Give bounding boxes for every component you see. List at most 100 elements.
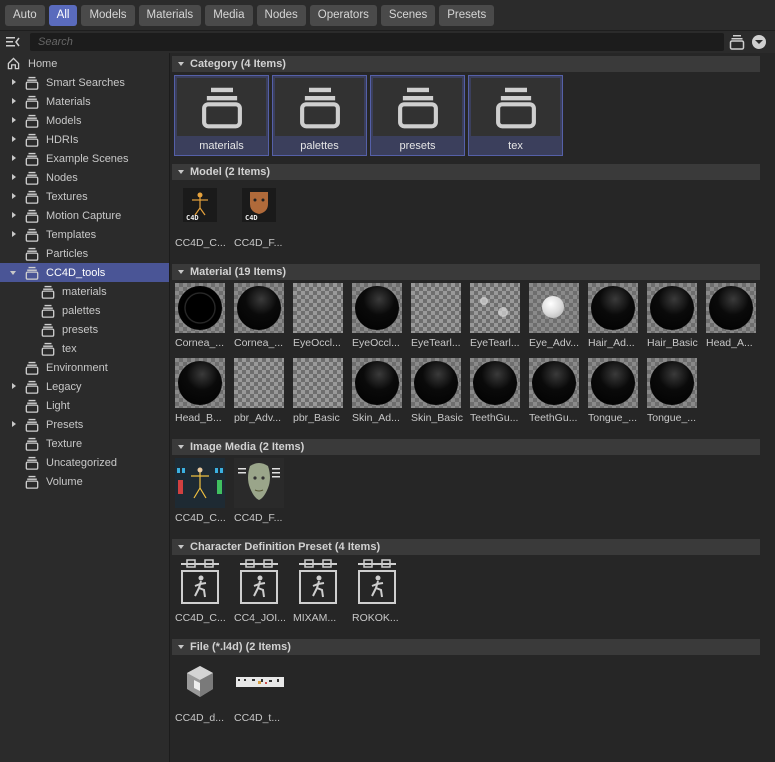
asset-tile[interactable]: CC4D_t... [232,658,289,728]
sidebar-item-legacy[interactable]: Legacy [0,377,169,396]
asset-tile[interactable]: EyeTearl... [409,283,466,353]
asset-tile[interactable]: CC4D_C... [173,558,230,628]
options-dropdown-icon[interactable] [752,35,766,49]
expand-arrow-icon[interactable] [12,117,16,123]
sidebar-item-home[interactable]: Home [0,54,169,73]
asset-tile[interactable]: TeethGu... [527,358,584,428]
asset-tile[interactable]: MIXAM... [291,558,348,628]
section-title: Material (19 Items) [190,266,286,278]
filter-materials[interactable]: Materials [138,4,202,26]
sidebar-item-light[interactable]: Light [0,396,169,415]
asset-tile[interactable]: TeethGu... [468,358,525,428]
category-tile-materials[interactable]: materials [174,75,269,156]
collapse-arrow-icon[interactable] [178,170,184,174]
section-header[interactable]: Material (19 Items) [172,264,760,280]
expand-arrow-icon[interactable] [12,193,16,199]
filter-all[interactable]: All [48,4,78,26]
asset-tile[interactable]: Tongue_... [586,358,643,428]
collapse-arrow-icon[interactable] [10,271,16,275]
sidebar-item-presets[interactable]: presets [0,320,169,339]
collapse-arrow-icon[interactable] [178,645,184,649]
asset-tile[interactable]: Skin_Basic [409,358,466,428]
asset-label: CC4_JOI... [234,612,286,624]
section-header[interactable]: Character Definition Preset (4 Items) [172,539,760,555]
sidebar-item-palettes[interactable]: palettes [0,301,169,320]
filter-media[interactable]: Media [205,4,253,26]
asset-label: Tongue_... [647,412,697,424]
sidebar-item-templates[interactable]: Templates [0,225,169,244]
material-preview-checker [293,283,343,333]
sidebar-item-hdris[interactable]: HDRIs [0,130,169,149]
expand-arrow-icon[interactable] [12,136,16,142]
sidebar-item-materials[interactable]: Materials [0,92,169,111]
expand-arrow-icon[interactable] [12,383,16,389]
asset-tile[interactable]: pbr_Basic [291,358,348,428]
sidebar-item-motion-capture[interactable]: Motion Capture [0,206,169,225]
sidebar-item-smart-searches[interactable]: Smart Searches [0,73,169,92]
asset-tile[interactable]: Cornea_... [173,283,230,353]
filter-presets[interactable]: Presets [439,4,495,26]
collapse-arrow-icon[interactable] [178,270,184,274]
collapse-arrow-icon[interactable] [178,62,184,66]
expand-arrow-icon[interactable] [12,231,16,237]
asset-tile[interactable]: EyeOccl... [350,283,407,353]
folder-icon [25,380,39,397]
sidebar-item-volume[interactable]: Volume [0,472,169,491]
sidebar-item-models[interactable]: Models [0,111,169,130]
section-header[interactable]: Image Media (2 Items) [172,439,760,455]
expand-arrow-icon[interactable] [12,421,16,427]
search-input[interactable]: Search [30,33,724,51]
category-tile-palettes[interactable]: palettes [272,75,367,156]
asset-tile[interactable]: CC4D_F... [232,458,289,528]
category-tile-presets[interactable]: presets [370,75,465,156]
asset-tile[interactable]: Head_A... [704,283,761,353]
category-tile-tex[interactable]: tex [468,75,563,156]
filter-scenes[interactable]: Scenes [380,4,436,26]
asset-tile[interactable]: Cornea_... [232,283,289,353]
asset-tile[interactable]: C4D CC4D_C... [173,183,230,253]
expand-arrow-icon[interactable] [12,79,16,85]
asset-tile[interactable]: Tongue_... [645,358,702,428]
asset-tile[interactable]: EyeTearl... [468,283,525,353]
sidebar-item-cc4d-tools[interactable]: CC4D_tools [0,263,169,282]
asset-tile[interactable]: CC4_JOI... [232,558,289,628]
filter-models[interactable]: Models [81,4,135,26]
sidebar-item-texture[interactable]: Texture [0,434,169,453]
asset-tile[interactable]: C4D CC4D_F... [232,183,289,253]
expand-arrow-icon[interactable] [12,98,16,104]
asset-tile[interactable]: CC4D_C... [173,458,230,528]
expand-arrow-icon[interactable] [12,212,16,218]
filter-operators[interactable]: Operators [309,4,377,26]
section-header[interactable]: Model (2 Items) [172,164,760,180]
sidebar-item-particles[interactable]: Particles [0,244,169,263]
sidebar-item-example-scenes[interactable]: Example Scenes [0,149,169,168]
asset-tile[interactable]: ROKOK... [350,558,407,628]
sidebar-item-nodes[interactable]: Nodes [0,168,169,187]
collapse-arrow-icon[interactable] [178,445,184,449]
sidebar-item-uncategorized[interactable]: Uncategorized [0,453,169,472]
face-icon: C4D [242,188,276,222]
expand-arrow-icon[interactable] [12,155,16,161]
sidebar-item-environment[interactable]: Environment [0,358,169,377]
collapse-sidebar-icon[interactable] [0,31,26,53]
asset-tile[interactable]: EyeOccl... [291,283,348,353]
asset-tile[interactable]: Hair_Basic [645,283,702,353]
sidebar-item-presets[interactable]: Presets [0,415,169,434]
asset-tile[interactable]: pbr_Adv... [232,358,289,428]
folder-view-icon[interactable] [729,34,745,53]
asset-tile[interactable]: Skin_Ad... [350,358,407,428]
expand-arrow-icon[interactable] [12,174,16,180]
asset-tile[interactable]: Eye_Adv... [527,283,584,353]
asset-tile[interactable]: CC4D_d... [173,658,230,728]
section-header[interactable]: File (*.l4d) (2 Items) [172,639,760,655]
sidebar-item-tex[interactable]: tex [0,339,169,358]
asset-label: MIXAM... [293,612,337,624]
filter-nodes[interactable]: Nodes [256,4,306,26]
section-header[interactable]: Category (4 Items) [172,56,760,72]
asset-tile[interactable]: Hair_Ad... [586,283,643,353]
sidebar-item-textures[interactable]: Textures [0,187,169,206]
collapse-arrow-icon[interactable] [178,545,184,549]
asset-tile[interactable]: Head_B... [173,358,230,428]
sidebar-item-materials[interactable]: materials [0,282,169,301]
filter-auto[interactable]: Auto [5,4,45,26]
